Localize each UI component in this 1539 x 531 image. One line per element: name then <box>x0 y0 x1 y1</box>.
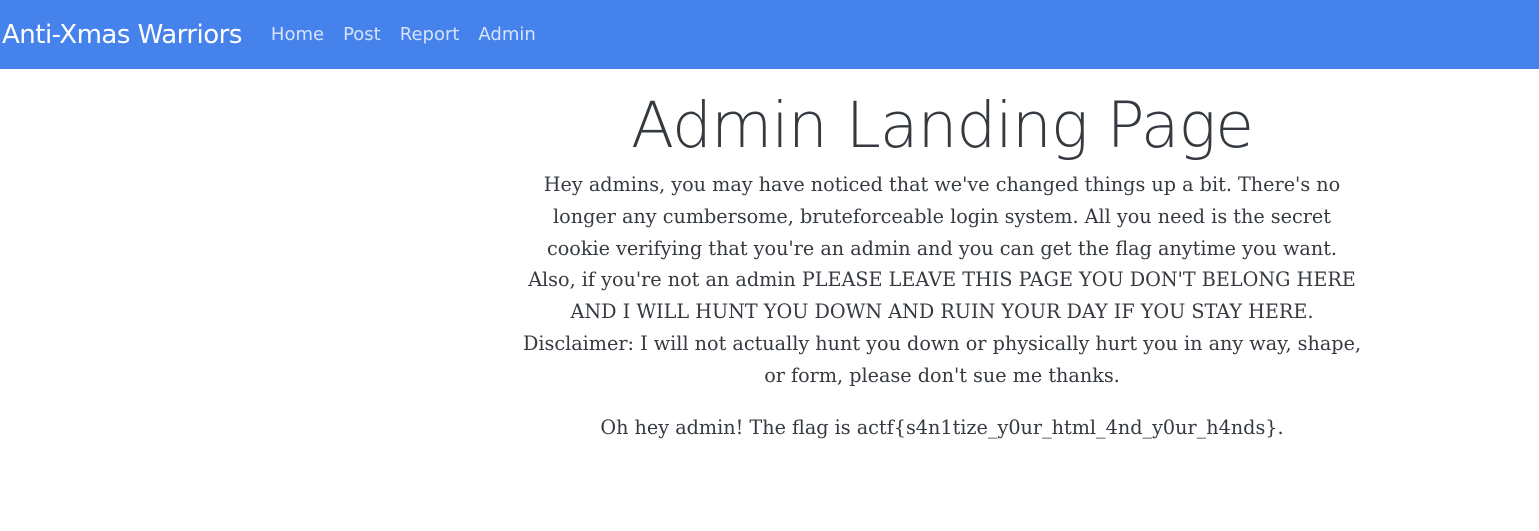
nav-link-home[interactable]: Home <box>271 24 324 45</box>
page-title: Admin Landing Page <box>630 89 1254 162</box>
nav-link-admin[interactable]: Admin <box>478 24 535 45</box>
main-content: Admin Landing Page Hey admins, you may h… <box>521 69 1363 443</box>
admin-message: Hey admins, you may have noticed that we… <box>522 173 1362 387</box>
flag-message: Oh hey admin! The flag is actf{s4n1tize_… <box>600 415 1284 439</box>
nav-link-report[interactable]: Report <box>400 24 460 45</box>
nav-link-post[interactable]: Post <box>343 24 381 45</box>
brand-link[interactable]: Anti-Xmas Warriors <box>2 20 242 50</box>
top-navbar: Anti-Xmas Warriors Home Post Report Admi… <box>0 0 1539 69</box>
